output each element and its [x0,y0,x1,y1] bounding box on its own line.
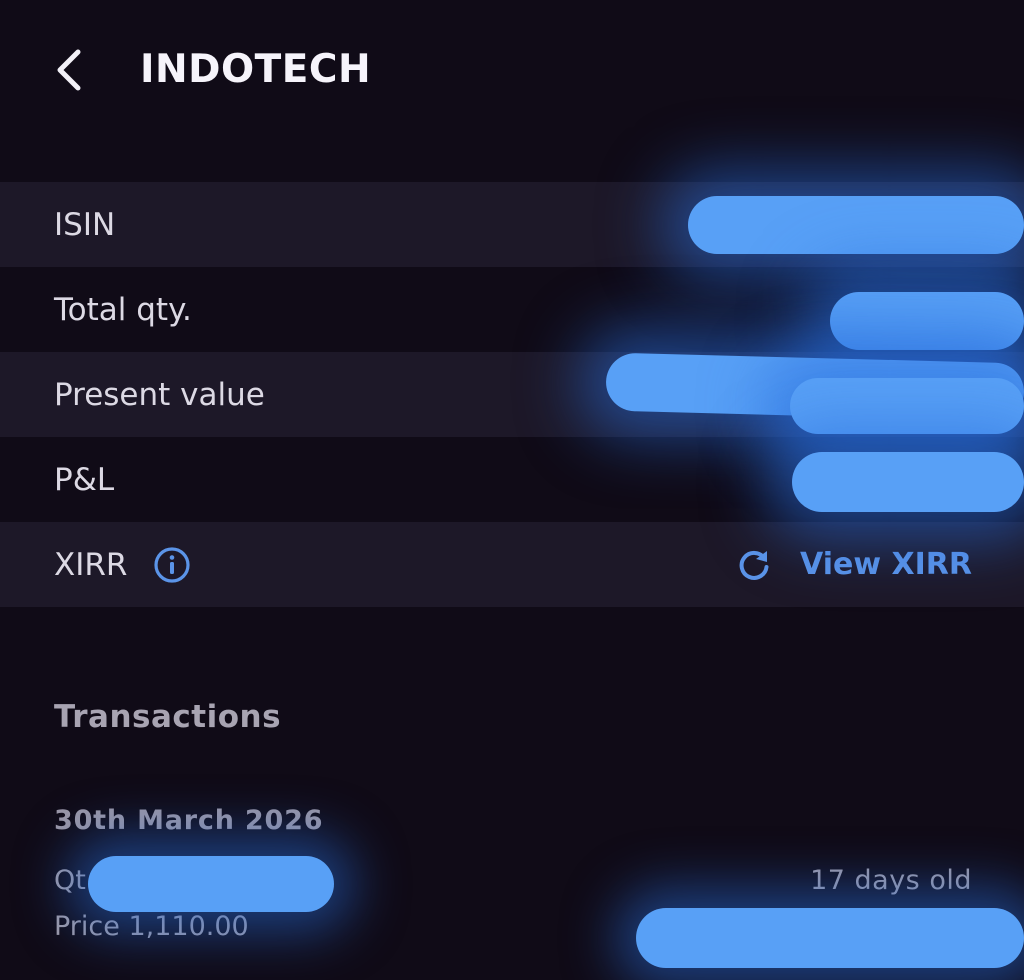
transaction-date: 30th March 2026 [54,805,324,836]
detail-label: ISIN [54,207,116,243]
transaction-age: 17 days old [810,865,972,896]
price-label: Price [54,911,120,942]
price-value: 1,110.00 [128,911,249,942]
detail-row-xirr: XIRR View XIRR [0,522,1024,607]
transactions-heading: Transactions [54,699,282,735]
back-button[interactable] [46,44,94,96]
transaction-qty: Qt [54,862,86,900]
detail-label: Present value [54,377,265,413]
detail-label: P&L [54,462,115,498]
redaction-mark [636,908,1024,968]
redaction-mark [830,292,1024,350]
detail-label: XIRR [54,547,128,583]
redaction-mark [790,378,1024,434]
header: INDOTECH [0,0,1024,140]
redaction-mark [88,856,334,912]
view-xirr-button[interactable]: View XIRR [736,544,972,586]
holding-detail-screen: INDOTECH ISIN Total qty. Present value P… [0,0,1024,980]
redaction-mark [792,452,1024,512]
view-xirr-label: View XIRR [800,547,972,582]
chevron-left-icon [57,49,81,91]
redaction-mark [688,196,1024,254]
refresh-icon [739,550,769,580]
transaction-price: Price 1,110.00 [54,908,249,946]
qty-prefix: Qt [54,865,86,896]
info-icon[interactable] [153,546,191,584]
page-title: INDOTECH [140,47,372,92]
detail-label: Total qty. [54,292,192,328]
